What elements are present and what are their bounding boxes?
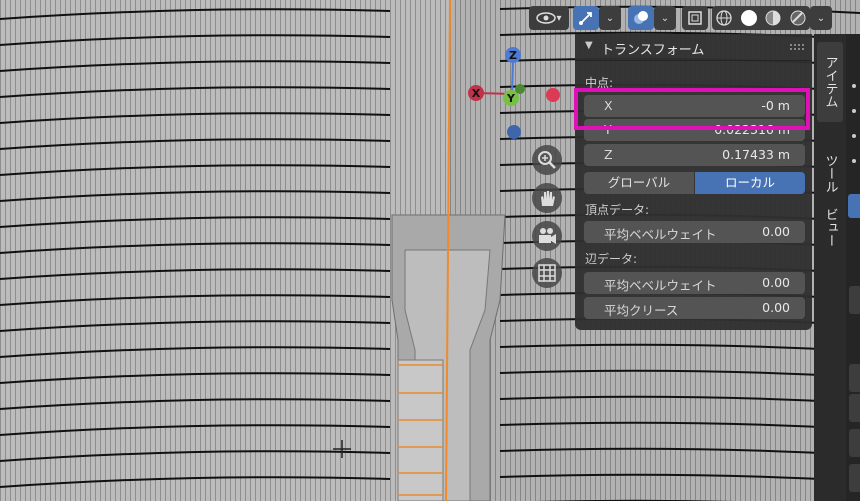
toolbar-strip — [846, 34, 860, 501]
select-tool-button[interactable] — [848, 194, 860, 218]
collapse-arrow-icon: ▼ — [585, 40, 593, 51]
wireframe-shading-icon[interactable] — [715, 9, 733, 27]
tab-tool[interactable]: ツール — [817, 144, 843, 202]
gizmo-neg-x — [546, 88, 560, 102]
gizmo-toggle[interactable] — [573, 6, 599, 30]
pan-button[interactable] — [532, 183, 562, 213]
tool-button[interactable] — [849, 429, 860, 457]
z-location-field[interactable]: Z 0.17433 m — [584, 144, 805, 166]
sidebar-tabs: アイテム ツール ビュー — [814, 34, 846, 501]
navigation-gizmo[interactable]: Z X Y — [462, 42, 572, 142]
x-location-field[interactable]: X -0 m — [584, 95, 805, 117]
drag-grip-icon[interactable] — [790, 44, 806, 50]
gizmo-dropdown[interactable]: ⌄ — [599, 6, 621, 30]
global-toggle[interactable]: グローバル — [584, 172, 694, 194]
svg-text:Z: Z — [509, 49, 517, 62]
tool-button[interactable] — [849, 286, 860, 314]
toolbar-dot — [852, 159, 856, 163]
rendered-shading-icon[interactable] — [789, 9, 807, 27]
edge-crease-label: 平均クリース — [604, 303, 679, 318]
zoom-icon — [538, 151, 556, 169]
svg-text:X: X — [472, 87, 481, 100]
edge-bevel-label: 平均ベベルウェイト — [604, 278, 717, 293]
toolbar-dot — [852, 134, 856, 138]
vertex-bevel-weight-field[interactable]: 平均ベベルウェイト 0.00 — [584, 221, 805, 243]
edge-bevel-weight-field[interactable]: 平均ベベルウェイト 0.00 — [584, 272, 805, 294]
chevron-down-icon: ⌄ — [816, 12, 826, 24]
vertex-bevel-value: 0.00 — [762, 224, 790, 239]
camera-icon — [539, 228, 556, 244]
toolbar-dot — [852, 109, 856, 113]
toolbar-dot — [852, 84, 856, 88]
camera-view-button[interactable] — [532, 221, 562, 251]
chevron-down-icon: ⌄ — [605, 12, 615, 24]
z-label: Z — [604, 147, 613, 162]
zoom-button[interactable] — [532, 145, 562, 175]
visibility-dropdown[interactable]: ▾ — [529, 6, 569, 30]
edge-data-label: 辺データ: — [585, 252, 638, 266]
tab-item[interactable]: アイテム — [817, 42, 843, 122]
x-value: -0 m — [761, 98, 790, 113]
edge-crease-value: 0.00 — [762, 300, 790, 315]
x-label: X — [604, 98, 613, 113]
panel-header[interactable]: ▼ トランスフォーム — [575, 34, 812, 61]
vertex-bevel-label: 平均ベベルウェイト — [604, 227, 717, 242]
svg-text:Y: Y — [506, 92, 516, 105]
tool-button[interactable] — [849, 464, 860, 492]
overlay-dropdown[interactable]: ⌄ — [654, 6, 676, 30]
gizmo-neg-z — [507, 125, 521, 139]
chevron-down-icon: ⌄ — [660, 12, 670, 24]
chevron-down-icon: ▾ — [556, 12, 562, 24]
material-shading-icon[interactable] — [764, 9, 782, 27]
median-label: 中点: — [585, 76, 614, 90]
eye-icon — [536, 12, 557, 24]
y-value: 0.022316 m — [714, 122, 790, 137]
edge-crease-field[interactable]: 平均クリース 0.00 — [584, 297, 805, 319]
gizmo-neg-y — [515, 84, 525, 94]
tool-button[interactable] — [849, 364, 860, 392]
edge-bevel-value: 0.00 — [762, 275, 790, 290]
ortho-toggle-button[interactable] — [532, 258, 562, 288]
y-label: Y — [604, 122, 612, 137]
xray-toggle[interactable] — [682, 6, 708, 30]
shading-group[interactable] — [712, 6, 810, 30]
hand-icon — [541, 191, 555, 206]
shading-dropdown[interactable]: ⌄ — [810, 6, 832, 30]
z-value: 0.17433 m — [722, 147, 790, 162]
y-location-field[interactable]: Y 0.022316 m — [584, 119, 805, 141]
overlay-icon — [634, 11, 648, 24]
xray-icon — [688, 11, 702, 25]
panel-title: トランスフォーム — [601, 43, 705, 58]
mesh-center-strip — [397, 359, 444, 501]
tool-button[interactable] — [849, 394, 860, 422]
solid-shading-icon[interactable] — [740, 9, 758, 27]
tab-view[interactable]: ビュー — [817, 204, 843, 250]
transform-panel: ▼ トランスフォーム 中点: X -0 m Y 0.022316 m Z 0.1… — [575, 34, 812, 330]
vertex-data-label: 頂点データ: — [585, 203, 650, 217]
gizmo-icon — [579, 12, 592, 25]
grid-icon — [538, 264, 556, 282]
local-toggle[interactable]: ローカル — [695, 172, 805, 194]
overlay-toggle[interactable] — [628, 6, 654, 30]
